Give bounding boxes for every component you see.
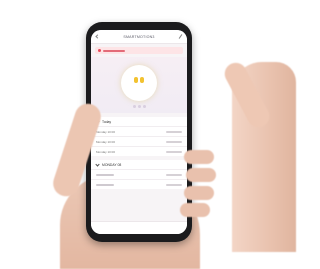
light-bulb-icon — [140, 77, 144, 83]
list-item-detail — [166, 130, 182, 133]
list-item-detail — [166, 183, 182, 186]
list-item-detail — [166, 150, 182, 153]
list-item[interactable] — [91, 179, 187, 189]
smartphone: SMARTMOTION3 Today Monday 10:00 Monday 1… — [86, 22, 192, 242]
section-header-today[interactable]: Today — [91, 117, 187, 126]
left-finger — [186, 168, 216, 182]
back-icon[interactable] — [95, 34, 100, 39]
edit-icon[interactable] — [178, 34, 183, 39]
list-item-time: Monday 10:00 — [96, 129, 116, 134]
photo-scene: SMARTMOTION3 Today Monday 10:00 Monday 1… — [0, 0, 296, 269]
device-status-circle[interactable] — [121, 65, 157, 101]
left-finger — [184, 150, 214, 164]
light-bulb-icon — [134, 77, 138, 83]
list-item[interactable]: Monday 10:00 — [91, 136, 187, 146]
list-item[interactable]: Monday 10:00 — [91, 126, 187, 136]
alert-dot-icon — [98, 49, 101, 52]
page-dots — [133, 105, 146, 108]
left-finger — [180, 203, 210, 217]
bottom-bar — [91, 221, 187, 234]
left-finger — [184, 186, 214, 200]
section-label: MONDAY 08 — [102, 162, 122, 167]
alert-text-blurred — [103, 49, 125, 52]
list-item[interactable] — [91, 169, 187, 179]
section-header-monday[interactable]: MONDAY 08 — [91, 160, 187, 169]
section-label: Today — [102, 119, 112, 124]
list-item-time — [96, 173, 114, 176]
alert-banner[interactable] — [95, 47, 183, 54]
list-item[interactable]: Monday 10:00 — [91, 146, 187, 156]
list-item-time: Monday 10:00 — [96, 149, 116, 154]
list-item-detail — [166, 140, 182, 143]
app-bar: SMARTMOTION3 — [91, 30, 187, 44]
chevron-down-icon — [95, 162, 100, 167]
device-hero — [91, 57, 187, 113]
list-item-time: Monday 10:00 — [96, 139, 116, 144]
list-item-time — [96, 183, 114, 186]
list-item-detail — [166, 173, 182, 176]
app-title: SMARTMOTION3 — [123, 34, 155, 39]
phone-screen: SMARTMOTION3 Today Monday 10:00 Monday 1… — [91, 30, 187, 234]
